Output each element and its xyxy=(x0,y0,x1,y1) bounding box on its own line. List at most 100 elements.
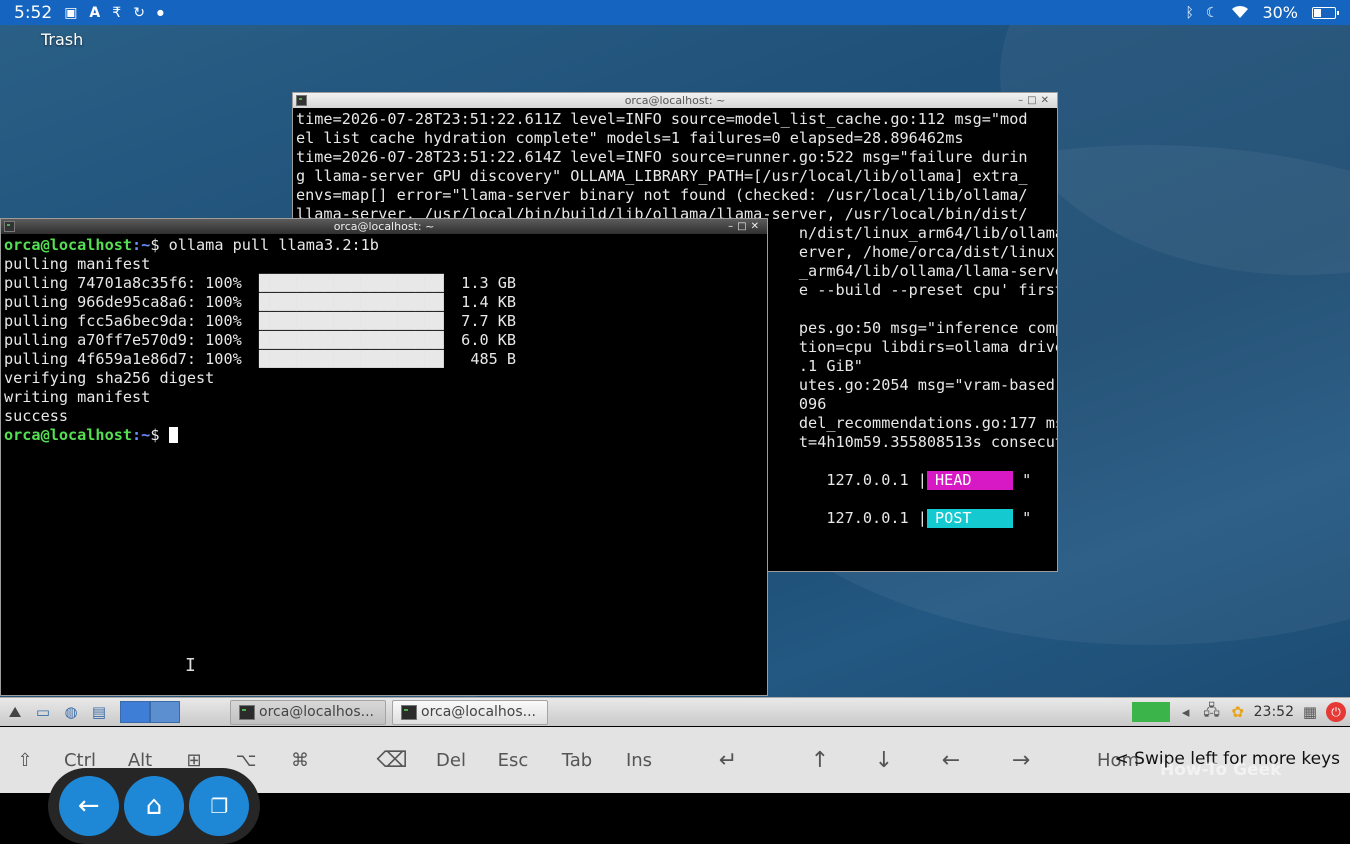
recents-button[interactable]: ❐ xyxy=(189,776,250,836)
a-icon: A xyxy=(89,4,101,21)
close-icon[interactable]: ✕ xyxy=(1041,95,1053,106)
start-menu-icon[interactable]: ⛰ xyxy=(4,702,26,722)
terminal-icon xyxy=(4,221,15,232)
trash-desktop-icon-label[interactable]: Trash xyxy=(41,30,83,49)
command-output: pulling manifest pulling 74701a8c35f6: 1… xyxy=(4,255,516,425)
left-arrow-key[interactable]: ← xyxy=(934,727,968,793)
enter-key[interactable]: ↵ xyxy=(710,727,746,793)
down-arrow-key[interactable]: ↓ xyxy=(868,727,900,793)
taskbar-task-label: orca@localhos... xyxy=(421,704,536,720)
taskbar-task[interactable]: orca@localhos... xyxy=(230,699,386,725)
front-terminal-output[interactable]: orca@localhost:~$ ollama pull llama3.2:1… xyxy=(1,234,767,447)
log-line: time=2026-07-28T23:51:22.614Z level=INFO… xyxy=(296,148,1028,166)
close-icon[interactable]: ✕ xyxy=(751,221,763,232)
wifi-icon xyxy=(1230,3,1250,22)
recents-icon: ❐ xyxy=(210,794,229,818)
moon-icon: ☾ xyxy=(1205,4,1219,21)
desktop-pager[interactable] xyxy=(120,701,180,723)
right-arrow-key[interactable]: → xyxy=(1004,727,1038,793)
output-line: pulling manifest xyxy=(4,255,151,273)
esc-key[interactable]: Esc xyxy=(492,727,534,793)
back-arrow-icon: ← xyxy=(77,791,100,821)
front-terminal-titlebar[interactable]: orca@localhost: ~ –□✕ xyxy=(1,219,767,234)
back-terminal-titlebar[interactable]: orca@localhost: ~ –□✕ xyxy=(293,93,1057,108)
update-icon[interactable]: ✿ xyxy=(1228,703,1248,721)
output-line: pulling 966de95ca8a6: 100% ▕████████████… xyxy=(4,293,517,311)
terminal-icon xyxy=(239,704,255,720)
taskbar-task[interactable]: orca@localhos... xyxy=(392,699,548,725)
command-text: $ ollama pull llama3.2:1b xyxy=(150,236,379,254)
prompt-path: :~ xyxy=(132,426,151,444)
cpu-monitor[interactable] xyxy=(1131,702,1170,722)
dot-icon: ● xyxy=(156,7,164,17)
prompt-user: orca@localhost xyxy=(4,426,133,444)
del-key[interactable]: Del xyxy=(430,727,472,793)
terminal-icon xyxy=(296,95,307,106)
log-line: el list cache hydration complete" models… xyxy=(296,129,964,147)
taskbar: ⛰ ▭ ◍ ▤ orca@localhos... orca@localhos..… xyxy=(0,697,1350,726)
output-line: pulling 74701a8c35f6: 100% ▕████████████… xyxy=(4,274,517,292)
launcher-area: ⛰ ▭ ◍ ▤ xyxy=(0,698,180,726)
sync-icon: ↻ xyxy=(133,4,145,21)
shift-key[interactable]: ⇧ xyxy=(8,727,42,793)
taskbar-task-label: orca@localhos... xyxy=(259,704,374,720)
prompt-path: :~ xyxy=(132,236,151,254)
home-icon: ⌂ xyxy=(145,791,163,821)
back-terminal-title: orca@localhost: ~ xyxy=(624,94,726,107)
network-icon[interactable]: 🖧 xyxy=(1202,700,1222,725)
screen-icon[interactable]: ▦ xyxy=(1300,703,1320,721)
front-terminal-title: orca@localhost: ~ xyxy=(333,220,435,233)
status-bar-right: ᛒ ☾ 30% xyxy=(1185,3,1339,22)
system-tray: ◂ 🖧 ✿ 23:52 ▦ ⏻ xyxy=(1131,700,1350,725)
desktop-2[interactable] xyxy=(150,701,180,723)
log-line: time=2026-07-28T23:51:22.611Z level=INFO… xyxy=(296,110,1028,128)
ibeam-cursor-icon: I xyxy=(185,655,196,676)
log-method-badge: HEAD xyxy=(926,471,1013,490)
terminal-icon xyxy=(401,704,417,720)
backspace-key[interactable]: ⌫ xyxy=(372,727,412,793)
minimize-icon[interactable]: – xyxy=(1018,95,1027,106)
output-line: verifying sha256 digest xyxy=(4,369,215,387)
output-line: pulling 4f659a1e86d7: 100% ▕████████████… xyxy=(4,350,517,368)
status-bar-left: 5:52 ▣ A ₹ ↻ ● xyxy=(14,3,164,23)
tab-key[interactable]: Tab xyxy=(556,727,598,793)
image-icon: ▣ xyxy=(64,4,78,21)
up-arrow-key[interactable]: ↑ xyxy=(804,727,836,793)
bluetooth-icon: ᛒ xyxy=(1185,4,1194,21)
ins-key[interactable]: Ins xyxy=(618,727,660,793)
rupee-icon: ₹ xyxy=(112,4,122,21)
output-line: pulling fcc5a6bec9da: 100% ▕████████████… xyxy=(4,312,517,330)
desktop-1[interactable] xyxy=(120,701,150,723)
maximize-icon[interactable]: □ xyxy=(737,221,750,232)
log-ip: 127.0.0.1 xyxy=(826,471,909,489)
battery-icon xyxy=(1312,6,1339,19)
power-icon[interactable]: ⏻ xyxy=(1326,702,1346,722)
output-line: success xyxy=(4,407,69,425)
show-desktop-icon[interactable]: ▤ xyxy=(88,702,110,722)
status-bar: 5:52 ▣ A ₹ ↻ ● ᛒ ☾ 30% xyxy=(0,0,1350,25)
window-controls[interactable]: –□✕ xyxy=(1018,93,1053,108)
log-ip: 127.0.0.1 xyxy=(826,509,909,527)
log-method-badge: POST xyxy=(926,509,1013,528)
status-time: 5:52 xyxy=(14,2,53,23)
file-manager-icon[interactable]: ▭ xyxy=(32,702,54,722)
window-controls[interactable]: –□✕ xyxy=(728,219,763,234)
back-button[interactable]: ← xyxy=(58,776,119,836)
browser-icon[interactable]: ◍ xyxy=(60,702,82,722)
minimize-icon[interactable]: – xyxy=(728,221,737,232)
taskbar-clock[interactable]: 23:52 xyxy=(1254,704,1294,720)
arrow-left-icon[interactable]: ◂ xyxy=(1176,703,1196,721)
prompt-user: orca@localhost xyxy=(4,236,133,254)
output-line: writing manifest xyxy=(4,388,151,406)
android-nav-pill: ← ⌂ ❐ xyxy=(48,768,260,844)
text-cursor xyxy=(168,427,178,443)
maximize-icon[interactable]: □ xyxy=(1027,95,1040,106)
log-line: g llama-server GPU discovery" OLLAMA_LIB… xyxy=(296,167,1028,185)
front-terminal-window[interactable]: orca@localhost: ~ –□✕ orca@localhost:~$ … xyxy=(0,218,768,696)
command-key[interactable]: ⌘ xyxy=(284,727,316,793)
home-button[interactable]: ⌂ xyxy=(123,776,184,836)
log-line: envs=map[] error="llama-server binary no… xyxy=(296,186,1028,204)
output-line: pulling a70ff7e570d9: 100% ▕████████████… xyxy=(4,331,517,349)
prompt-tail: $ xyxy=(150,426,169,444)
battery-level: 30% xyxy=(1262,3,1298,22)
